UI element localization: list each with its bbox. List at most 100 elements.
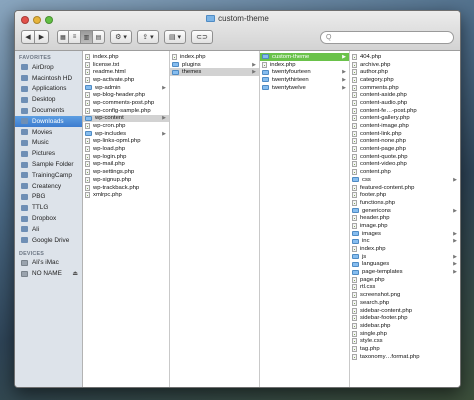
folder-row[interactable]: images ▶	[350, 230, 460, 238]
file-row[interactable]: functions.php	[350, 199, 460, 207]
file-row[interactable]: category.php	[350, 76, 460, 84]
icon-view-button[interactable]: ▦	[57, 30, 69, 44]
file-row[interactable]: wp-settings.php	[83, 168, 169, 176]
file-row[interactable]: wp-links-opml.php	[83, 138, 169, 146]
file-row[interactable]: content-aside.php	[350, 91, 460, 99]
sidebar-item-downloads[interactable]: Downloads	[15, 115, 82, 127]
sidebar-item-desktop[interactable]: Desktop	[15, 94, 82, 105]
sidebar-item-macintosh-hd[interactable]: Macintosh HD	[15, 73, 82, 84]
file-row[interactable]: index.php	[260, 61, 349, 69]
file-row[interactable]: wp-config-sample.php	[83, 107, 169, 115]
folder-row[interactable]: wp-includes ▶	[83, 130, 169, 138]
file-row[interactable]: wp-activate.php	[83, 76, 169, 84]
sidebar-item-sample-folder[interactable]: Sample Folder	[15, 159, 82, 170]
file-row[interactable]: sidebar.php	[350, 322, 460, 330]
folder-row[interactable]: twentyfourteen ▶	[260, 68, 349, 76]
sidebar-device-no-name[interactable]: NO NAME ⏏	[15, 268, 82, 279]
column-2[interactable]: index.php plugins ▶ themes ▶	[170, 51, 260, 387]
action-menu-button[interactable]: ⚙ ▾	[110, 30, 132, 44]
file-row[interactable]: 404.php	[350, 53, 460, 61]
file-row[interactable]: wp-mail.php	[83, 161, 169, 169]
sidebar-item-google-drive[interactable]: Google Drive	[15, 235, 82, 246]
file-row[interactable]: content-image.php	[350, 122, 460, 130]
file-row[interactable]: featured-content.php	[350, 184, 460, 192]
sidebar-item-ttlg[interactable]: TTLG	[15, 202, 82, 213]
file-row[interactable]: archive.php	[350, 61, 460, 69]
folder-row[interactable]: custom-theme ▶	[260, 53, 349, 61]
coverflow-view-button[interactable]: ▤	[93, 30, 105, 44]
file-row[interactable]: wp-blog-header.php	[83, 91, 169, 99]
file-row[interactable]: rtl.css	[350, 284, 460, 292]
file-row[interactable]: page.php	[350, 276, 460, 284]
file-row[interactable]: tag.php	[350, 345, 460, 353]
eject-icon[interactable]: ⏏	[72, 270, 78, 277]
back-button[interactable]: ◀	[21, 30, 35, 44]
folder-row[interactable]: twentytwelve ▶	[260, 84, 349, 92]
column-1[interactable]: index.php license.txt readme.html wp-activa…	[83, 51, 170, 387]
sidebar-item-applications[interactable]: Applications	[15, 84, 82, 95]
file-row[interactable]: content-page.php	[350, 145, 460, 153]
column-4[interactable]: 404.php archive.php author.php category.php…	[350, 51, 460, 387]
file-row[interactable]: wp-load.php	[83, 145, 169, 153]
file-row[interactable]: index.php	[170, 53, 259, 61]
folder-row[interactable]: genericons ▶	[350, 207, 460, 215]
file-row[interactable]: content-fe…-post.php	[350, 107, 460, 115]
file-row[interactable]: content-gallery.php	[350, 115, 460, 123]
sidebar-item-airdrop[interactable]: AirDrop	[15, 62, 82, 73]
file-row[interactable]: comments.php	[350, 84, 460, 92]
sidebar-item-pictures[interactable]: Pictures	[15, 148, 82, 159]
file-row[interactable]: index.php	[83, 53, 169, 61]
share-menu-button[interactable]: ⇪ ▾	[137, 30, 159, 44]
file-row[interactable]: wp-trackback.php	[83, 184, 169, 192]
file-row[interactable]: license.txt	[83, 61, 169, 69]
file-row[interactable]: footer.php	[350, 191, 460, 199]
tags-button[interactable]: ⊂⊃	[191, 30, 213, 44]
folder-row[interactable]: js ▶	[350, 253, 460, 261]
list-view-button[interactable]: ≡	[69, 30, 81, 44]
file-row[interactable]: search.php	[350, 299, 460, 307]
file-row[interactable]: content.php	[350, 168, 460, 176]
folder-row[interactable]: page-templates ▶	[350, 268, 460, 276]
folder-row[interactable]: twentythirteen ▶	[260, 76, 349, 84]
sidebar-item-ali[interactable]: Ali	[15, 224, 82, 235]
file-row[interactable]: readme.html	[83, 68, 169, 76]
column-3[interactable]: custom-theme ▶ index.php twentyfourteen ▶ twe…	[260, 51, 350, 387]
file-row[interactable]: style.css	[350, 337, 460, 345]
file-row[interactable]: taxonomy…format.php	[350, 353, 460, 361]
file-row[interactable]: single.php	[350, 330, 460, 338]
folder-row[interactable]: inc ▶	[350, 238, 460, 246]
sidebar-item-creatency[interactable]: Creatency	[15, 181, 82, 192]
file-row[interactable]: index.php	[350, 245, 460, 253]
file-row[interactable]: content-video.php	[350, 161, 460, 169]
sidebar-device-ali-s-imac[interactable]: Ali's iMac	[15, 258, 82, 269]
file-row[interactable]: sidebar-footer.php	[350, 314, 460, 322]
file-row[interactable]: wp-signup.php	[83, 176, 169, 184]
sidebar-item-trainingcamp[interactable]: TrainingCamp	[15, 170, 82, 181]
file-row[interactable]: wp-comments-post.php	[83, 99, 169, 107]
folder-row[interactable]: wp-content ▶	[83, 114, 169, 123]
sidebar-item-dropbox[interactable]: Dropbox	[15, 213, 82, 224]
sidebar-item-documents[interactable]: Documents	[15, 105, 82, 116]
file-row[interactable]: wp-cron.php	[83, 122, 169, 130]
file-row[interactable]: xmlrpc.php	[83, 191, 169, 199]
file-row[interactable]: wp-login.php	[83, 153, 169, 161]
file-row[interactable]: sidebar-content.php	[350, 307, 460, 315]
sidebar-item-pbg[interactable]: PBG	[15, 192, 82, 203]
folder-row[interactable]: plugins ▶	[170, 61, 259, 69]
sidebar-item-movies[interactable]: Movies	[15, 127, 82, 138]
sidebar-item-music[interactable]: Music	[15, 138, 82, 149]
file-row[interactable]: content-none.php	[350, 138, 460, 146]
file-row[interactable]: header.php	[350, 214, 460, 222]
folder-row[interactable]: themes ▶	[170, 68, 259, 77]
file-row[interactable]: author.php	[350, 68, 460, 76]
file-row[interactable]: content-audio.php	[350, 99, 460, 107]
file-row[interactable]: content-quote.php	[350, 153, 460, 161]
file-row[interactable]: content-link.php	[350, 130, 460, 138]
arrange-menu-button[interactable]: ▤ ▾	[164, 30, 186, 44]
forward-button[interactable]: ▶	[35, 30, 49, 44]
file-row[interactable]: image.php	[350, 222, 460, 230]
folder-row[interactable]: css ▶	[350, 176, 460, 184]
folder-row[interactable]: wp-admin ▶	[83, 84, 169, 92]
folder-row[interactable]: languages ▶	[350, 261, 460, 269]
search-input[interactable]: Q	[320, 30, 454, 44]
